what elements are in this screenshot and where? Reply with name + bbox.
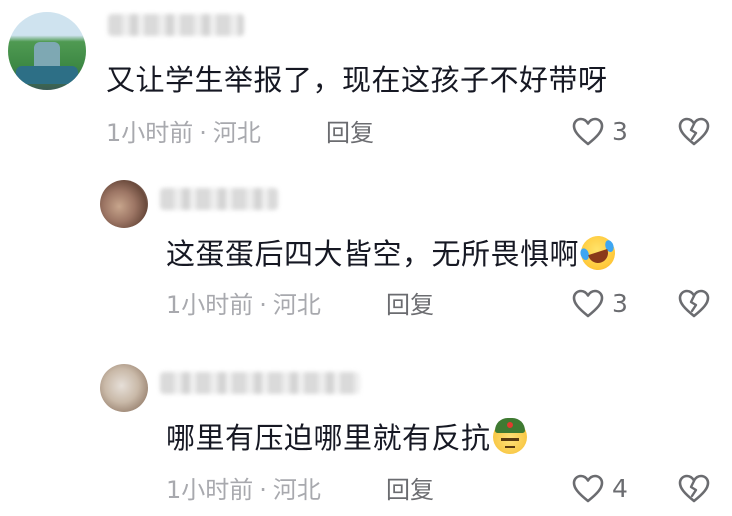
heart-icon (572, 474, 604, 503)
comment-time: 1小时前 (166, 476, 254, 504)
username-blurred[interactable] (160, 372, 360, 394)
broken-heart-icon[interactable] (678, 289, 710, 319)
avatar[interactable] (100, 364, 148, 412)
comment-time: 1小时前 (106, 119, 194, 147)
comment-meta: 1小时前 · 河北 (106, 118, 261, 148)
meta-separator: · (259, 476, 267, 504)
comment-text: 这蛋蛋后四大皆空，无所畏惧啊 (166, 237, 580, 271)
like-button[interactable]: 3 (572, 289, 628, 319)
username-blurred[interactable] (108, 14, 244, 36)
avatar-vehicle (16, 66, 78, 84)
like-count: 3 (612, 117, 628, 146)
laughing-tears-emoji (576, 231, 620, 275)
like-count: 4 (612, 474, 628, 503)
comment-time: 1小时前 (166, 291, 254, 319)
comment-text-container: 这蛋蛋后四大皆空，无所畏惧啊 (166, 231, 620, 275)
avatar[interactable] (100, 180, 148, 228)
heart-icon (572, 289, 604, 318)
broken-heart-icon[interactable] (678, 117, 710, 147)
reply-button[interactable]: 回复 (326, 118, 374, 148)
comment-location: 河北 (272, 476, 321, 504)
avatar[interactable] (8, 12, 86, 90)
meta-separator: · (199, 119, 207, 147)
reply-button[interactable]: 回复 (386, 290, 434, 320)
soldier-emoji (492, 418, 527, 454)
comment-text: 又让学生举报了，现在这孩子不好带呀 (106, 63, 608, 97)
broken-heart-icon[interactable] (678, 474, 710, 504)
comment-location: 河北 (212, 119, 261, 147)
comment-text: 哪里有压迫哪里就有反抗 (166, 421, 491, 455)
heart-icon (572, 117, 604, 146)
like-count: 3 (612, 289, 628, 318)
comment-text-container: 哪里有压迫哪里就有反抗 (166, 418, 527, 456)
meta-separator: · (259, 291, 267, 319)
comment-location: 河北 (272, 291, 321, 319)
username-blurred[interactable] (160, 188, 278, 210)
reply-button[interactable]: 回复 (386, 475, 434, 505)
comment-meta: 1小时前 · 河北 (166, 475, 321, 505)
like-button[interactable]: 3 (572, 117, 628, 147)
comment-meta: 1小时前 · 河北 (166, 290, 321, 320)
like-button[interactable]: 4 (572, 474, 628, 504)
